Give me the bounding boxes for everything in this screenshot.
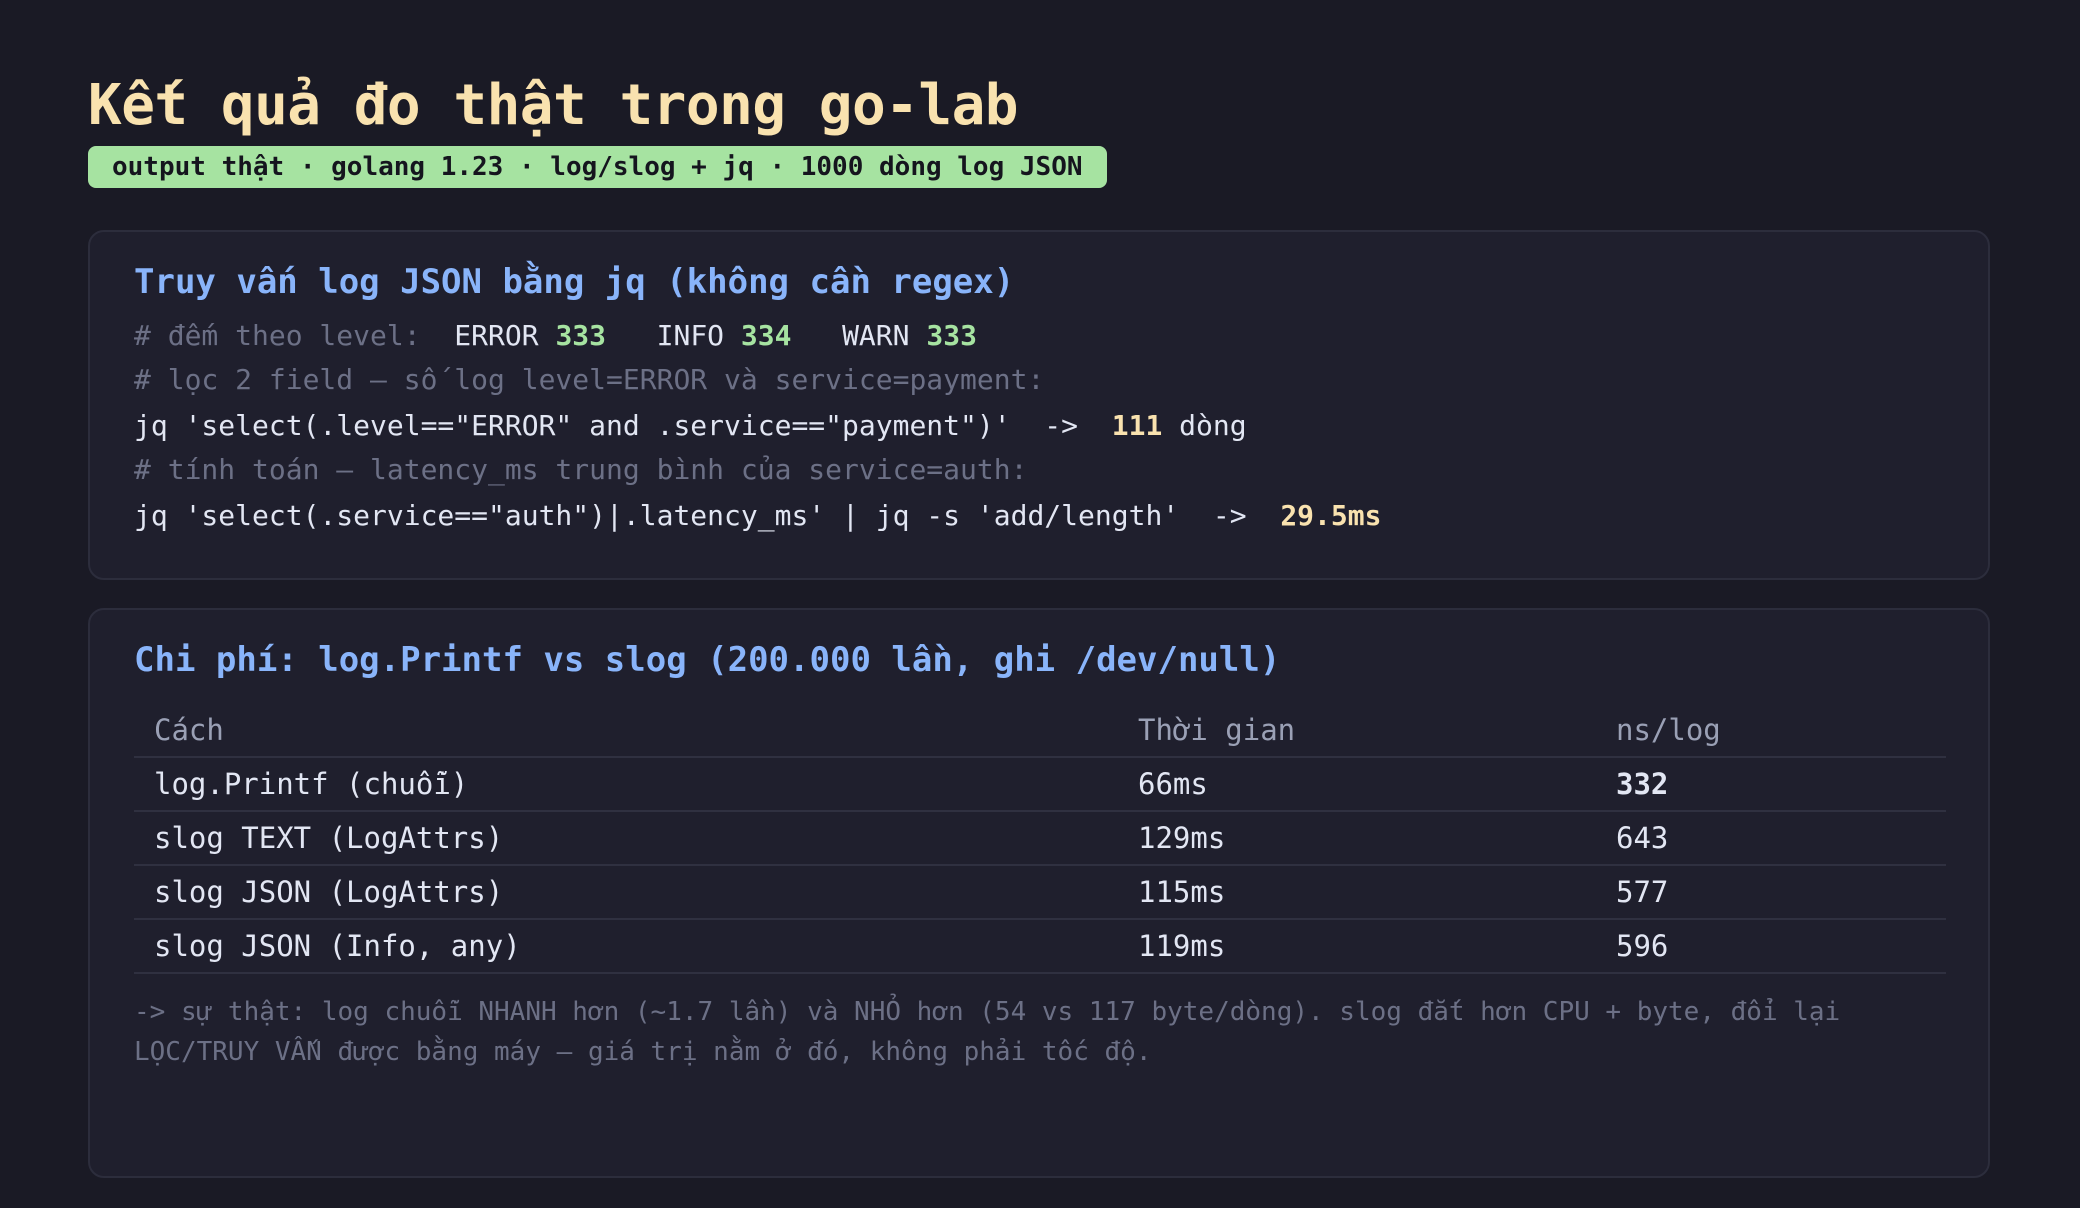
level-count-line: # đếm theo level: ERROR 333 INFO 334 WAR… [134, 318, 977, 354]
table-header-row: Cách Thời gian ns/log [134, 704, 1946, 758]
filter-comment: # lọc 2 field – số log level=ERROR và se… [134, 363, 1045, 396]
row-method: slog JSON (LogAttrs) [134, 865, 1118, 920]
level-count-comment: # đếm theo level: [134, 319, 421, 352]
filter-command: jq 'select(.level=="ERROR" and .service=… [134, 409, 1112, 442]
conclusion-note: -> sự thật: log chuỗi NHANH hơn (~1.7 lầ… [134, 997, 1841, 1067]
row-method: slog TEXT (LogAttrs) [134, 811, 1118, 866]
level-error-name: ERROR [454, 319, 539, 352]
row-ns: 643 [1596, 811, 1946, 866]
filter-unit: dòng [1162, 409, 1247, 442]
filter-result: 111 [1111, 409, 1163, 442]
level-warn-name: WARN [842, 319, 910, 352]
row-time: 119ms [1118, 919, 1596, 974]
page-title: Kết quả đo thật trong go-lab [88, 73, 1019, 138]
table-row: log.Printf (chuỗi) 66ms 332 [134, 757, 1946, 812]
level-info-name: INFO [656, 319, 725, 352]
page: Kết quả đo thật trong go-lab output thật… [88, 73, 1992, 1178]
cost-card: Chi phí: log.Printf vs slog (200.000 lần… [88, 608, 1990, 1178]
level-info-count: 334 [740, 319, 792, 352]
column-header-time: Thời gian [1118, 704, 1596, 758]
row-method: slog JSON (Info, any) [134, 919, 1118, 974]
table-row: slog TEXT (LogAttrs) 129ms 643 [134, 811, 1946, 866]
cost-card-heading: Chi phí: log.Printf vs slog (200.000 lần… [134, 640, 1281, 680]
row-ns: 596 [1596, 919, 1946, 974]
jq-card-heading: Truy vấn log JSON bằng jq (không cần reg… [134, 262, 1015, 302]
jq-query-card: Truy vấn log JSON bằng jq (không cần reg… [88, 230, 1990, 580]
row-method: log.Printf (chuỗi) [134, 757, 1118, 812]
info-badge: output thật · golang 1.23 · log/slog + j… [88, 146, 1107, 188]
row-time: 115ms [1118, 865, 1596, 920]
compute-command-line: jq 'select(.service=="auth")|.latency_ms… [134, 498, 1381, 534]
column-header-ns: ns/log [1596, 704, 1946, 758]
row-time: 129ms [1118, 811, 1596, 866]
row-time: 66ms [1118, 757, 1596, 812]
filter-command-line: jq 'select(.level=="ERROR" and .service=… [134, 408, 1247, 444]
compute-command: jq 'select(.service=="auth")|.latency_ms… [134, 499, 1281, 532]
level-warn-count: 333 [926, 319, 977, 352]
row-ns: 332 [1596, 757, 1946, 812]
compute-result: 29.5ms [1280, 499, 1382, 532]
row-ns: 577 [1596, 865, 1946, 920]
column-header-method: Cách [134, 704, 1118, 758]
compute-comment: # tính toán – latency_ms trung bình của … [134, 453, 1028, 486]
level-error-count: 333 [555, 319, 607, 352]
cost-table: Cách Thời gian ns/log log.Printf (chuỗi)… [134, 704, 1946, 974]
table-row: slog JSON (Info, any) 119ms 596 [134, 919, 1946, 974]
table-row: slog JSON (LogAttrs) 115ms 577 [134, 865, 1946, 920]
